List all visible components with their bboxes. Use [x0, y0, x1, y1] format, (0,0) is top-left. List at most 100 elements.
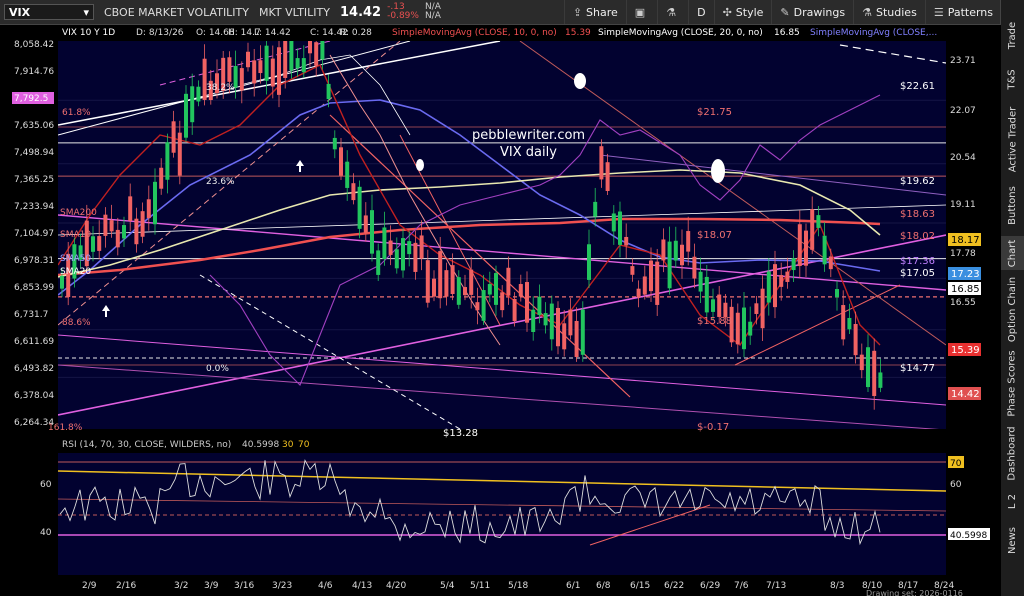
candle-body [872, 350, 877, 397]
candle-body [655, 261, 660, 305]
date-axis-label: 3/23 [272, 581, 292, 591]
flask-button[interactable]: ⚗ [657, 0, 688, 24]
date-axis-label: 5/18 [508, 581, 528, 591]
candle-body [363, 215, 368, 233]
chart-header-sma20: SimpleMovingAvg (CLOSE, 20, 0, no) [598, 28, 763, 38]
candle-body [202, 58, 207, 100]
right-sidebar: Trade T&S Active Trader Buttons Chart Option … [1000, 0, 1024, 596]
left-axis-label: 6,731.7 [14, 310, 48, 320]
price-tag-label: 15.39 [951, 345, 980, 356]
candle-body [810, 209, 815, 250]
candle-body [97, 236, 102, 251]
candle-body [91, 236, 95, 252]
candle-body [258, 60, 263, 74]
candle-body [438, 251, 443, 299]
circle-marker [574, 73, 586, 89]
candle-body [611, 213, 616, 232]
right-axis-label: 17.78 [950, 249, 976, 259]
chart-header-sma20-val: 16.85 [774, 28, 800, 38]
candle-body [320, 41, 325, 60]
sidebar-tab-news[interactable]: News [1001, 520, 1024, 560]
period-button[interactable]: D [688, 0, 713, 24]
print-button[interactable]: ▣ [625, 0, 657, 24]
level-label: $15.88 [697, 316, 732, 327]
sidebar-tab-active-trader[interactable]: Active Trader [1001, 104, 1024, 174]
rsi-tag-label: 40.5998 [950, 531, 987, 541]
studies-button[interactable]: ⚗ Studies [853, 0, 925, 24]
candle-body [816, 215, 821, 228]
date-axis-label: 4/20 [386, 581, 406, 591]
rsi-axis-label: 60 [40, 480, 52, 490]
left-axis-label: 6,611.69 [14, 337, 54, 347]
fib-label: 23.6% [206, 177, 235, 187]
level-label: $18.02 [900, 231, 935, 242]
candle-body [686, 231, 691, 252]
chart-area[interactable]: RSI (14, 70, 30, CLOSE, WILDERS, no) 40.5… [0, 25, 1001, 596]
candle-body [543, 313, 548, 326]
candle-body [636, 288, 641, 298]
sidebar-tab-option-chain[interactable]: Option Chain [1001, 276, 1024, 342]
candle-body [673, 240, 678, 261]
level-label: $21.75 [697, 107, 732, 118]
candle-body [184, 93, 188, 138]
rsi-overbought: 30 [282, 440, 294, 450]
rsi-panel [58, 453, 946, 575]
candle-body [177, 132, 182, 176]
ma-label: SMA20 [60, 267, 91, 277]
candle-body [587, 244, 591, 280]
candle-body [444, 270, 449, 297]
share-button[interactable]: ⇪ Share [563, 0, 626, 24]
drawings-button[interactable]: ✎ Drawings [771, 0, 853, 24]
chart-header-sma50: SimpleMovingAvg (CLOSE,... [810, 28, 937, 38]
candle-body [171, 121, 176, 153]
candle-body [469, 269, 474, 295]
candle-body [314, 42, 319, 66]
fib-label: 61.8% [62, 108, 91, 118]
candle-body [332, 137, 337, 150]
candle-body [859, 354, 864, 371]
symbol-description: CBOE MARKET VOLATILITY [104, 5, 249, 19]
sidebar-tab-l-2[interactable]: L 2 [1001, 488, 1024, 514]
candle-body [295, 58, 300, 69]
patterns-button[interactable]: ☰ Patterns [924, 0, 1001, 24]
candle-body [413, 242, 418, 272]
candle-body [487, 284, 492, 295]
chart-header-range: R: 0.28 [340, 28, 372, 38]
circle-marker [416, 159, 424, 171]
sidebar-tab-phase-scores[interactable]: Phase Scores [1001, 348, 1024, 418]
sidebar-tab-buttons[interactable]: Buttons [1001, 180, 1024, 230]
level-label: $19.62 [900, 176, 935, 187]
left-axis-label: 7,104.97 [14, 229, 54, 239]
candle-body [605, 162, 610, 191]
candle-body [866, 347, 870, 388]
candle-body [159, 167, 164, 189]
style-button[interactable]: ✣ Style [713, 0, 772, 24]
candle-body [301, 58, 306, 73]
left-axis-label: 7,635.06 [14, 121, 54, 131]
symbol-input[interactable]: VIX ▾ [4, 4, 94, 20]
candle-body [463, 287, 467, 296]
candle-body [115, 229, 120, 248]
date-axis-label: 4/6 [318, 581, 333, 591]
left-axis-label: 7,498.94 [14, 148, 54, 158]
candle-body [698, 271, 703, 292]
rsi-header: RSI (14, 70, 30, CLOSE, WILDERS, no) [62, 440, 231, 450]
date-axis-label: 3/2 [174, 581, 188, 591]
price-change: -.13 -0.89% [387, 2, 419, 21]
candle-body [456, 277, 461, 305]
sidebar-tab-trade[interactable]: Trade [1001, 16, 1024, 54]
candle-body [376, 250, 381, 275]
fib-label: 161.8% [48, 423, 83, 433]
sidebar-tab-t-s[interactable]: T&S [1001, 60, 1024, 98]
fib-label: 38.2% [206, 83, 235, 93]
candle-body [742, 307, 746, 350]
sidebar-tab-chart[interactable]: Chart [1001, 236, 1024, 270]
rsi-tag-label: 70 [950, 459, 962, 469]
candle-body [692, 256, 697, 279]
candle-body [704, 276, 709, 313]
share-icon: ⇪ [572, 5, 583, 19]
sidebar-tab-dashboard[interactable]: Dashboard [1001, 424, 1024, 482]
candle-body [711, 299, 715, 312]
chart-header-sma10: SimpleMovingAvg (CLOSE, 10, 0, no) [392, 28, 557, 38]
candle-body [574, 320, 579, 358]
